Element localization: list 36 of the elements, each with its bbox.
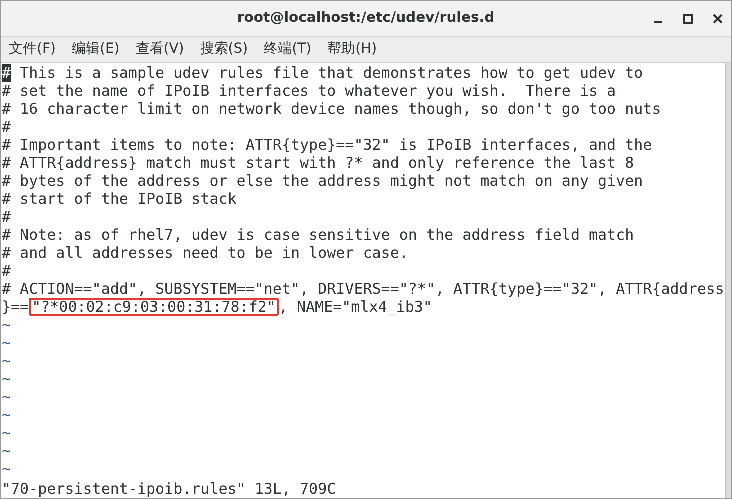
empty-line-tilde: ~: [2, 388, 12, 406]
empty-line-tilde: ~: [2, 334, 12, 352]
code-line: # This is a sample udev rules file that demonstrates how to get udev to: [2, 64, 644, 82]
code-line: }== "?*00:02:c9:03:00:31:78:f2" , NAME="mlx4_ib3": [2, 298, 432, 316]
highlighted-address: "?*00:02:c9:03:00:31:78:f2": [29, 298, 279, 316]
code-line: # ATTR{address} match must start with ?* and only reference the last 8: [2, 154, 634, 172]
code-line: # set the name of IPoIB interfaces to whatever you wish. There is a: [2, 82, 616, 100]
menu-item[interactable]: 查看(V): [130, 39, 190, 60]
menu-item[interactable]: 文件(F): [3, 39, 62, 60]
empty-line-tilde: ~: [2, 460, 12, 478]
text-cursor: #: [2, 64, 12, 82]
empty-line-tilde: ~: [2, 370, 12, 388]
code-line: #: [2, 118, 12, 136]
code-line: #: [2, 262, 12, 280]
menu-item[interactable]: 编辑(E): [66, 39, 126, 60]
empty-line-tilde: ~: [2, 442, 12, 460]
menu-item[interactable]: 搜索(S): [194, 39, 254, 60]
window-title: root@localhost:/etc/udev/rules.d: [237, 9, 495, 28]
code-line: # start of the IPoIB stack: [2, 190, 237, 208]
menu-item[interactable]: 帮助(H): [322, 39, 384, 60]
code-line: # ACTION=="add", SUBSYSTEM=="net", DRIVERS=="?*", ATTR{type}=="32", ATTR{address: [2, 280, 724, 298]
code-line: # Important items to note: ATTR{type}=="32" is IPoIB interfaces, and the: [2, 136, 652, 154]
code-line: # 16 character limit on network device names though, so don't go too nuts: [2, 100, 662, 118]
close-icon[interactable]: [713, 14, 723, 24]
code-line: # Note: as of rhel7, udev is case sensitive on the address field match: [2, 226, 634, 244]
maximize-icon[interactable]: [683, 14, 693, 24]
scrollbar[interactable]: [725, 63, 731, 498]
code-line: #: [2, 208, 12, 226]
empty-line-tilde: ~: [2, 424, 12, 442]
menu-item[interactable]: 终端(T): [258, 39, 318, 60]
status-line: "70-persistent-ipoib.rules" 13L, 709C: [2, 480, 336, 498]
code-line: # bytes of the address or else the address might not match on any given: [2, 172, 644, 190]
code-line: # and all addresses need to be in lower case.: [2, 244, 408, 262]
empty-line-tilde: ~: [2, 406, 12, 424]
empty-line-tilde: ~: [2, 316, 12, 334]
empty-line-tilde: ~: [2, 352, 12, 370]
